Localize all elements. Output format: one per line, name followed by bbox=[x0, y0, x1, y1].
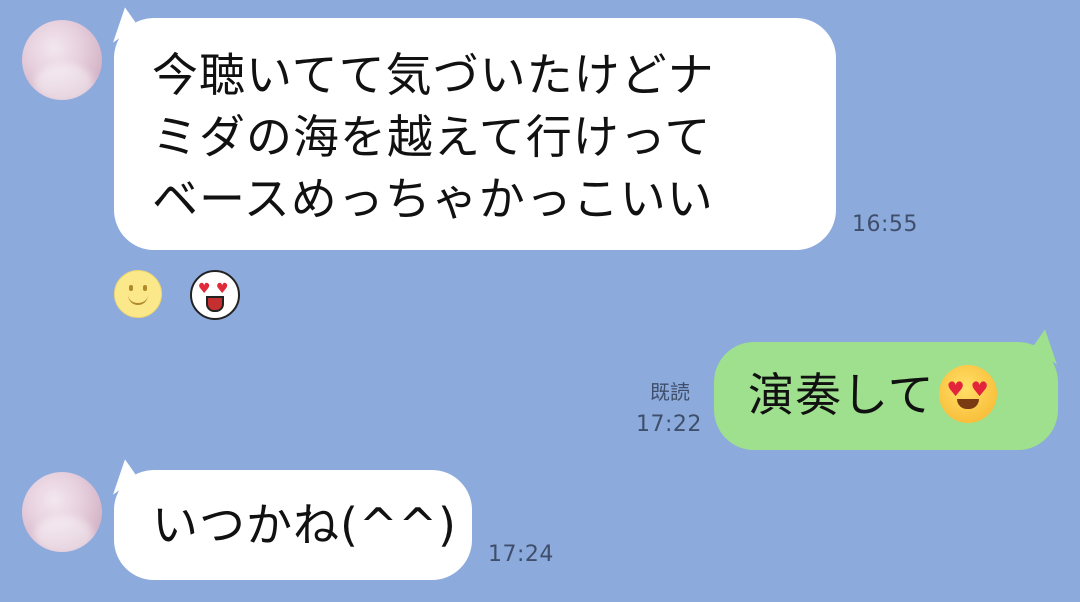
message-text: いつかね(^^) bbox=[152, 498, 457, 552]
sender-avatar[interactable] bbox=[22, 472, 102, 552]
incoming-message-bubble[interactable]: 今聴いてて気づいたけどナ ミダの海を越えて行けって ベースめっちゃかっこいい bbox=[114, 18, 836, 250]
message-timestamp: 17:24 bbox=[488, 542, 554, 567]
message-timestamp: 16:55 bbox=[852, 212, 918, 237]
incoming-message-bubble[interactable]: いつかね(^^) bbox=[114, 470, 472, 580]
message-text: 演奏して bbox=[748, 368, 935, 422]
heart-eyes-reaction-icon[interactable]: ♥ ♥ bbox=[190, 270, 240, 320]
heart-eyes-emoji-icon: ♥ ♥ bbox=[938, 365, 997, 423]
read-receipt: 既読 bbox=[650, 380, 690, 404]
smile-reaction-icon[interactable] bbox=[114, 270, 162, 318]
outgoing-message-bubble[interactable]: 演奏して ♥ ♥ bbox=[714, 342, 1058, 450]
message-timestamp: 17:22 bbox=[636, 412, 702, 437]
message-line: 今聴いてて気づいたけどナ bbox=[152, 48, 715, 102]
message-line: ミダの海を越えて行けって bbox=[152, 110, 712, 164]
sender-avatar[interactable] bbox=[22, 20, 102, 100]
message-line: ベースめっちゃかっこいい bbox=[152, 172, 714, 226]
